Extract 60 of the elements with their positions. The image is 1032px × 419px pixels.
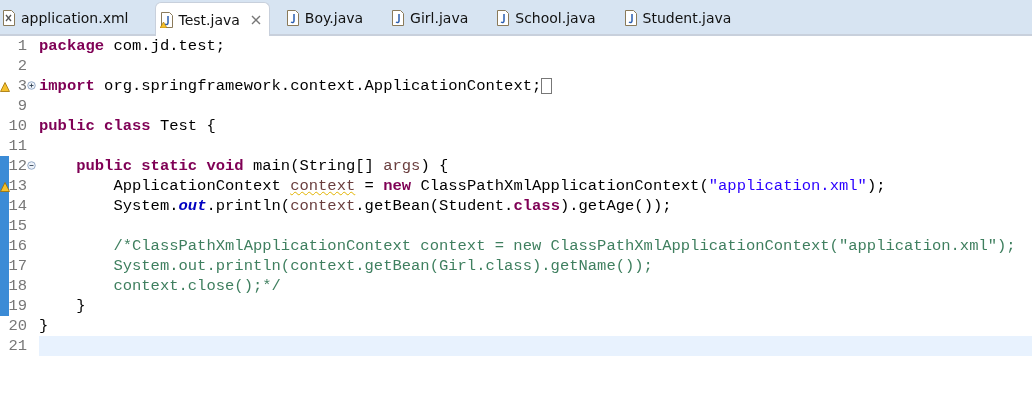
editor-tab[interactable]: Girl.java bbox=[389, 2, 481, 34]
line-number: 2 bbox=[17, 57, 27, 75]
java-file-icon bbox=[391, 10, 406, 26]
code-text: ) { bbox=[420, 157, 449, 175]
code-text: Test { bbox=[158, 117, 216, 135]
line-number: 19 bbox=[8, 297, 27, 315]
line-number: 14 bbox=[8, 197, 27, 215]
parameter-name: args bbox=[383, 157, 421, 175]
collapse-icon[interactable] bbox=[27, 161, 36, 170]
code-text: ClassPathXmlApplicationContext( bbox=[419, 177, 709, 195]
java-file-icon bbox=[623, 10, 638, 26]
line-number: 17 bbox=[8, 257, 27, 275]
code-text: ); bbox=[866, 177, 886, 195]
keyword: package bbox=[39, 37, 105, 55]
variable-name: context bbox=[290, 197, 356, 215]
code-text: com.jd.test; bbox=[112, 37, 226, 55]
keyword: public class bbox=[39, 117, 151, 135]
editor-tab[interactable]: Boy.java bbox=[283, 2, 376, 34]
code-comment: context.close();*/ bbox=[113, 277, 281, 295]
code-comment: System.out.println(context.getBean(Girl.class).getName()); bbox=[113, 257, 653, 275]
keyword: class bbox=[513, 197, 560, 215]
code-text: .getBean(Student. bbox=[355, 197, 514, 215]
line-number: 12 bbox=[8, 157, 27, 175]
string-literal: "application.xml" bbox=[708, 177, 867, 195]
line-number: 3 bbox=[17, 77, 27, 95]
line-number: 13 bbox=[8, 177, 27, 195]
close-icon[interactable] bbox=[250, 14, 261, 25]
code-text: } bbox=[39, 317, 49, 335]
code-text: .println( bbox=[206, 197, 291, 215]
code-text: ).getAge()); bbox=[559, 197, 672, 215]
line-number: 11 bbox=[8, 137, 27, 155]
code-text: org.springframework.context.ApplicationContext; bbox=[103, 77, 542, 95]
line-number: 18 bbox=[8, 277, 27, 295]
code-text: System. bbox=[113, 197, 179, 215]
line-number: 21 bbox=[8, 337, 27, 355]
static-field: out bbox=[178, 197, 207, 215]
editor-tab[interactable]: application.xml bbox=[0, 2, 141, 34]
code-text: ApplicationContext bbox=[113, 177, 282, 195]
java-file-icon bbox=[496, 10, 511, 26]
code-comment: /*ClassPathXmlApplicationContext context = new ClassPathXmlApplicationContext("application.xml"); bbox=[113, 237, 1016, 255]
keyword: import bbox=[39, 77, 95, 95]
java-file-icon bbox=[285, 10, 300, 26]
folded-code-marker[interactable] bbox=[541, 78, 553, 94]
line-number: 20 bbox=[8, 317, 27, 335]
code-text: = bbox=[363, 177, 375, 195]
line-number: 9 bbox=[17, 97, 27, 115]
editor-tab[interactable]: Student.java bbox=[621, 2, 744, 34]
keyword: new bbox=[383, 177, 412, 195]
xml-file-icon bbox=[2, 10, 16, 26]
editor-tab[interactable]: School.java bbox=[494, 2, 608, 34]
line-number: 15 bbox=[8, 217, 27, 235]
line-number: 16 bbox=[8, 237, 27, 255]
code-text: main(String[] bbox=[251, 157, 375, 175]
line-number: 1 bbox=[17, 37, 27, 55]
editor-tab[interactable]: Test.java bbox=[154, 2, 270, 36]
code-text: } bbox=[76, 297, 86, 315]
warning-variable: context bbox=[290, 177, 356, 195]
keyword: public static void bbox=[76, 157, 244, 175]
line-number: 10 bbox=[8, 117, 27, 135]
expand-icon[interactable] bbox=[27, 81, 36, 90]
